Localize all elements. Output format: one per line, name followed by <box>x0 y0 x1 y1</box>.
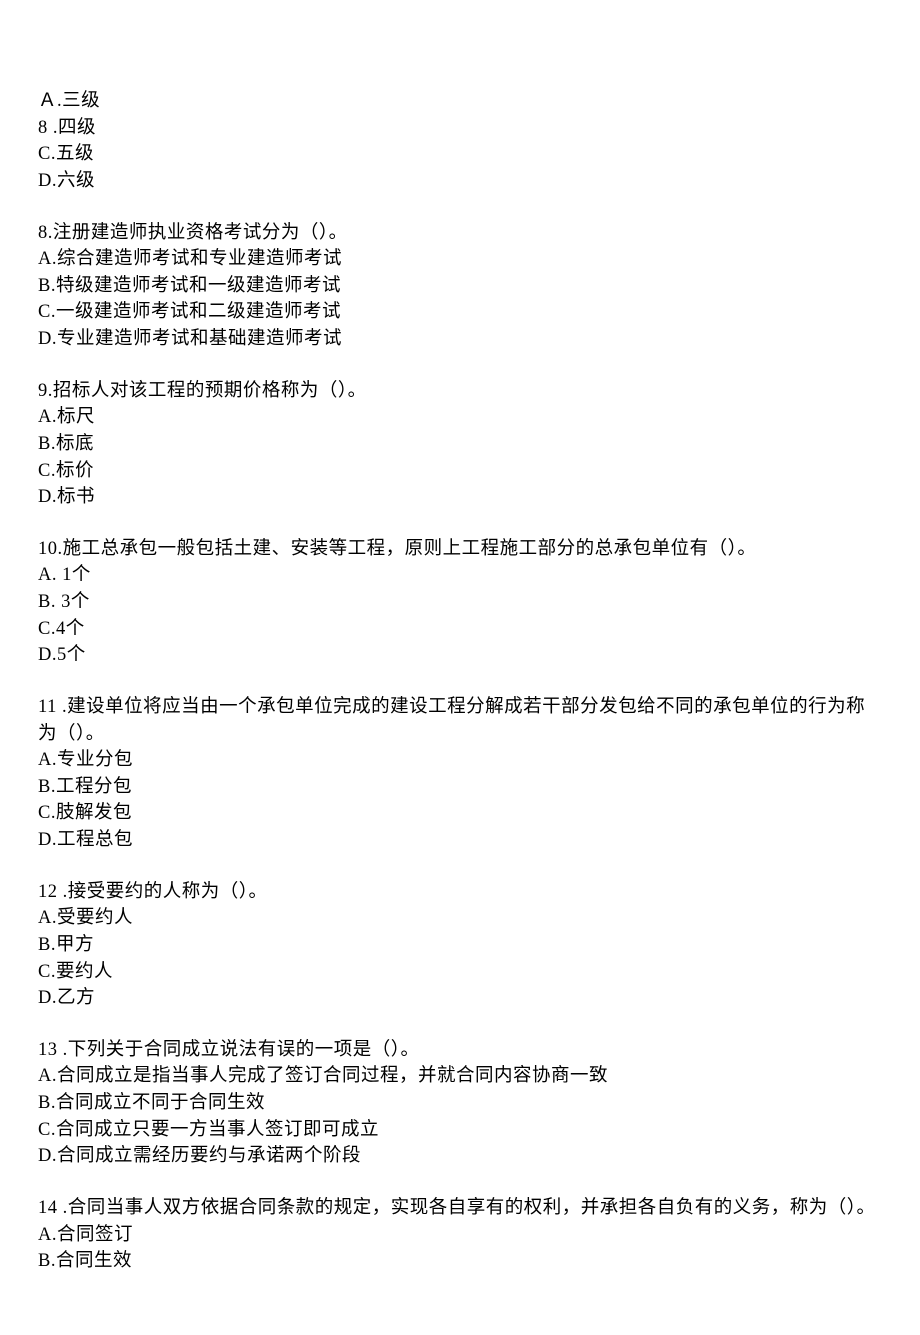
question-14: 14 .合同当事人双方依据合同条款的规定，实现各自享有的权利，并承担各自负有的义… <box>38 1195 882 1275</box>
q10-option-d: D.5个 <box>38 642 882 669</box>
q12-option-a: A.受要约人 <box>38 905 882 932</box>
q11-option-c: C.肢解发包 <box>38 800 882 827</box>
q10-option-b: B. 3个 <box>38 589 882 616</box>
q12-stem: 12 .接受要约的人称为（）。 <box>38 879 882 906</box>
q13-option-d: D.合同成立需经历要约与承诺两个阶段 <box>38 1143 882 1170</box>
q7-option-c: C.五级 <box>38 141 882 168</box>
q9-option-b: B.标底 <box>38 431 882 458</box>
question-11: 11 .建设单位将应当由一个承包单位完成的建设工程分解成若干部分发包给不同的承包… <box>38 694 882 854</box>
q14-stem: 14 .合同当事人双方依据合同条款的规定，实现各自享有的权利，并承担各自负有的义… <box>38 1195 882 1222</box>
question-7-options: Ａ.三级 8 .四级 C.五级 D.六级 <box>38 88 882 195</box>
q9-option-d: D.标书 <box>38 484 882 511</box>
q11-stem: 11 .建设单位将应当由一个承包单位完成的建设工程分解成若干部分发包给不同的承包… <box>38 694 882 747</box>
q8-option-a: A.综合建造师考试和专业建造师考试 <box>38 246 882 273</box>
q8-option-c: C.一级建造师考试和二级建造师考试 <box>38 299 882 326</box>
q14-option-a: A.合同签订 <box>38 1222 882 1249</box>
q14-option-b: B.合同生效 <box>38 1248 882 1275</box>
question-12: 12 .接受要约的人称为（）。 A.受要约人 B.甲方 C.要约人 D.乙方 <box>38 879 882 1012</box>
q9-option-a: A.标尺 <box>38 404 882 431</box>
q7-option-d: D.六级 <box>38 168 882 195</box>
q13-option-a: A.合同成立是指当事人完成了签订合同过程，并就合同内容协商一致 <box>38 1063 882 1090</box>
q11-option-a: A.专业分包 <box>38 747 882 774</box>
q11-option-d: D.工程总包 <box>38 827 882 854</box>
q13-option-c: C.合同成立只要一方当事人签订即可成立 <box>38 1117 882 1144</box>
q7-option-a: Ａ.三级 <box>38 88 882 115</box>
q8-stem: 8.注册建造师执业资格考试分为（）。 <box>38 220 882 247</box>
q8-option-b: B.特级建造师考试和一级建造师考试 <box>38 273 882 300</box>
document-page: Ａ.三级 8 .四级 C.五级 D.六级 8.注册建造师执业资格考试分为（）。 … <box>0 0 920 1335</box>
q12-option-d: D.乙方 <box>38 985 882 1012</box>
question-13: 13 .下列关于合同成立说法有误的一项是（）。 A.合同成立是指当事人完成了签订… <box>38 1037 882 1170</box>
q8-option-d: D.专业建造师考试和基础建造师考试 <box>38 326 882 353</box>
q11-option-b: B.工程分包 <box>38 774 882 801</box>
q9-stem: 9.招标人对该工程的预期价格称为（）。 <box>38 378 882 405</box>
q7-option-b: 8 .四级 <box>38 115 882 142</box>
q12-option-c: C.要约人 <box>38 959 882 986</box>
q12-option-b: B.甲方 <box>38 932 882 959</box>
q10-option-c: C.4个 <box>38 616 882 643</box>
q9-option-c: C.标价 <box>38 458 882 485</box>
question-8: 8.注册建造师执业资格考试分为（）。 A.综合建造师考试和专业建造师考试 B.特… <box>38 220 882 353</box>
q10-option-a: A. 1个 <box>38 562 882 589</box>
question-9: 9.招标人对该工程的预期价格称为（）。 A.标尺 B.标底 C.标价 D.标书 <box>38 378 882 511</box>
q10-stem: 10.施工总承包一般包括土建、安装等工程，原则上工程施工部分的总承包单位有（）。 <box>38 536 882 563</box>
q13-stem: 13 .下列关于合同成立说法有误的一项是（）。 <box>38 1037 882 1064</box>
question-10: 10.施工总承包一般包括土建、安装等工程，原则上工程施工部分的总承包单位有（）。… <box>38 536 882 669</box>
q13-option-b: B.合同成立不同于合同生效 <box>38 1090 882 1117</box>
